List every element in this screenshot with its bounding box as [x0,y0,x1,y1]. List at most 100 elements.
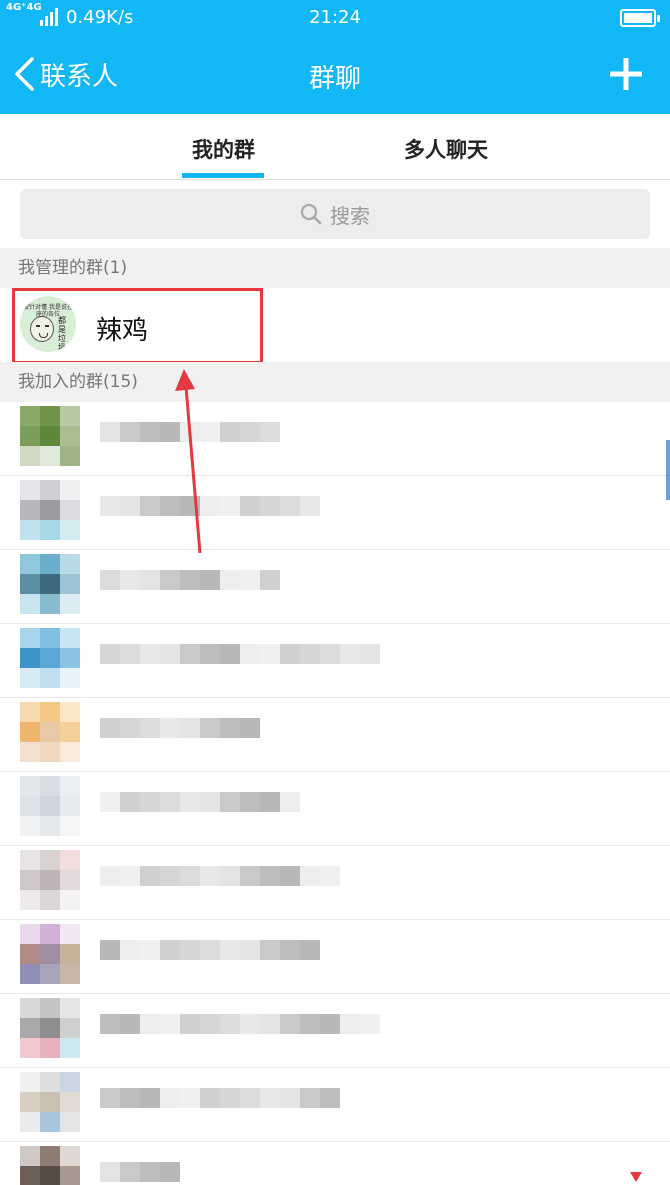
avatar-tile [40,574,60,594]
mosaic-block [240,940,260,960]
scrollbar[interactable] [666,440,670,500]
avatar-tile [60,668,80,688]
mosaic-block [200,1014,220,1034]
tab-multi-chat[interactable]: 多人聊天 [404,134,488,164]
group-row-joined[interactable] [0,920,670,994]
group-row-joined[interactable] [0,550,670,624]
avatar-tile [40,850,60,870]
mosaic-block [180,1088,200,1108]
avatar-tile [40,1072,60,1092]
avatar-tile [60,480,80,500]
avatar-tile [20,1072,40,1092]
avatar-tile [60,964,80,984]
avatar-tile [20,924,40,944]
avatar-tile [40,648,60,668]
section-header-joined: 我加入的群(15) [0,362,670,402]
avatar-tile [60,776,80,796]
obscured-group-name [100,1088,340,1112]
obscured-group-name [100,718,260,742]
mosaic-block [260,570,280,590]
mosaic-block [240,792,260,812]
group-row-joined[interactable] [0,698,670,772]
group-row-joined[interactable] [0,476,670,550]
add-icon[interactable] [606,54,646,94]
search-icon [300,203,322,225]
group-row-joined[interactable] [0,846,670,920]
avatar-tile [60,702,80,722]
mosaic-block [140,496,160,516]
avatar-tile [20,1038,40,1058]
avatar-tile [40,702,60,722]
mosaic-block [360,1014,380,1034]
mosaic-block [120,866,140,886]
mosaic-block [320,1014,340,1034]
avatar-tile [60,446,80,466]
mosaic-block [280,1014,300,1034]
mosaic-block [340,644,360,664]
avatar-tile [40,722,60,742]
obscured-group-name [100,866,340,890]
mosaic-block [180,866,200,886]
avatar-tile [60,742,80,762]
mosaic-block [260,1014,280,1034]
mosaic-block [120,718,140,738]
mosaic-block [140,718,160,738]
tab-my-groups[interactable]: 我的群 [192,134,255,164]
title-bar: 联系人 群聊 [0,36,670,114]
mosaic-block [220,940,240,960]
group-avatar [20,628,80,688]
avatar-tile [40,594,60,614]
mosaic-block [100,1162,120,1182]
avatar-tile [40,924,60,944]
mosaic-block [200,496,220,516]
mosaic-block [120,644,140,664]
mosaic-block [100,1014,120,1034]
meme-face-icon [30,316,54,342]
avatar-tile [20,998,40,1018]
group-row-joined[interactable] [0,1142,670,1185]
avatar-tile [20,668,40,688]
mosaic-block [180,422,200,442]
group-avatar [20,850,80,910]
avatar-tile [40,816,60,836]
mosaic-block [260,940,280,960]
mosaic-block [280,866,300,886]
avatar-tile [40,668,60,688]
mosaic-block [300,940,320,960]
avatar-tile [20,890,40,910]
avatar-tile [40,628,60,648]
mosaic-block [280,496,300,516]
obscured-group-name [100,792,300,816]
search-placeholder: 搜索 [330,203,370,228]
mosaic-block [140,644,160,664]
search-input[interactable]: 搜索 [20,189,650,239]
mosaic-block [260,1088,280,1108]
mosaic-block [140,1162,160,1182]
group-row-joined[interactable] [0,624,670,698]
mosaic-block [240,496,260,516]
mosaic-block [160,1088,180,1108]
mosaic-block [220,718,240,738]
group-avatar [20,924,80,984]
avatar-tile [20,406,40,426]
mosaic-block [100,1088,120,1108]
mosaic-block [120,1088,140,1108]
mosaic-block [160,718,180,738]
group-row-joined[interactable] [0,1068,670,1142]
group-row-joined[interactable] [0,772,670,846]
mosaic-block [200,422,220,442]
mosaic-block [100,718,120,738]
avatar-tile [20,594,40,614]
group-row-joined[interactable] [0,994,670,1068]
group-avatar [20,554,80,614]
mosaic-block [220,792,240,812]
mosaic-block [160,940,180,960]
avatar-tile [40,480,60,500]
mosaic-block [160,1014,180,1034]
mosaic-block [100,422,120,442]
group-row-joined[interactable] [0,402,670,476]
avatar-tile [40,1092,60,1112]
group-row-managed[interactable]: 被针对懂 我是说在座的各位 都是垃圾 辣鸡 [0,288,670,362]
group-avatar [20,998,80,1058]
group-name: 辣鸡 [96,316,149,346]
